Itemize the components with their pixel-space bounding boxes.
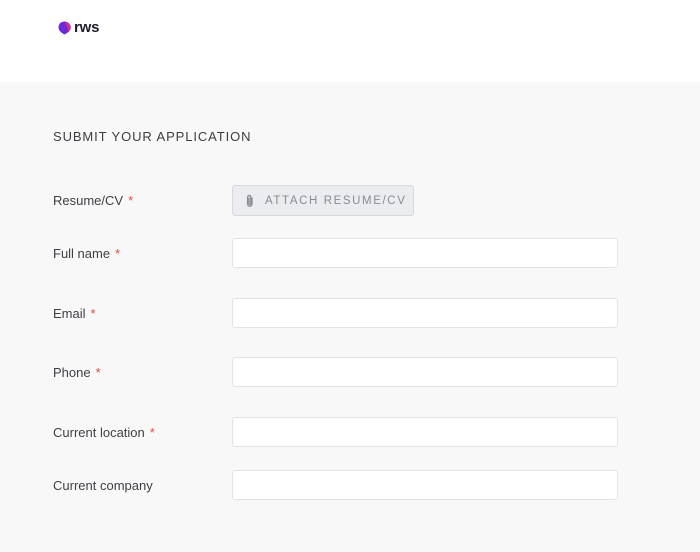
current-company-input[interactable] [232, 470, 618, 500]
required-marker: * [128, 193, 134, 208]
resume-label: Resume/CV * [53, 193, 133, 208]
email-input[interactable] [232, 298, 618, 328]
required-marker: * [90, 306, 96, 321]
current-company-label: Current company [53, 478, 153, 493]
logo-text: rws [74, 19, 100, 36]
rws-logo-mark-icon [58, 20, 72, 36]
current-company-label-text: Current company [53, 478, 153, 493]
current-location-input[interactable] [232, 417, 618, 447]
full-name-input[interactable] [232, 238, 618, 268]
current-location-label-text: Current location [53, 425, 145, 440]
full-name-label: Full name * [53, 246, 120, 261]
phone-label: Phone * [53, 365, 101, 380]
resume-label-text: Resume/CV [53, 193, 124, 208]
required-marker: * [149, 425, 155, 440]
paperclip-icon [245, 194, 257, 208]
current-location-label: Current location * [53, 425, 155, 440]
full-name-label-text: Full name [53, 246, 111, 261]
form-title: SUBMIT YOUR APPLICATION [53, 129, 252, 144]
attach-resume-label: ATTACH RESUME/CV [265, 194, 407, 207]
required-marker: * [95, 365, 101, 380]
page-header: rws [0, 0, 700, 82]
required-marker: * [115, 246, 121, 261]
rws-logo[interactable]: rws [58, 19, 99, 37]
application-form: SUBMIT YOUR APPLICATION Resume/CV * ATTAC… [0, 82, 700, 552]
attach-resume-button[interactable]: ATTACH RESUME/CV [232, 185, 414, 216]
phone-label-text: Phone [53, 365, 91, 380]
phone-input[interactable] [232, 357, 618, 387]
email-label: Email * [53, 306, 96, 321]
email-label-text: Email [53, 306, 86, 321]
